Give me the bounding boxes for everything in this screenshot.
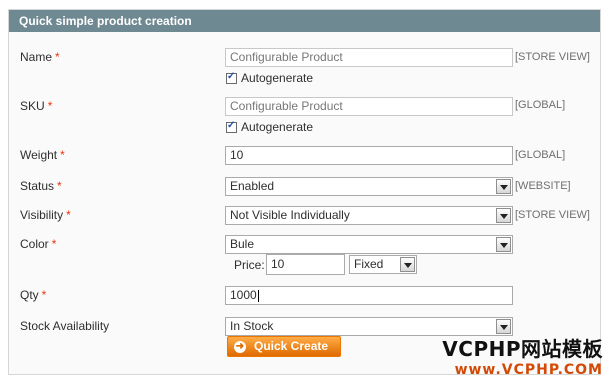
autogenerate-label: Autogenerate: [241, 120, 314, 134]
weight-input[interactable]: 10: [225, 146, 513, 165]
status-select[interactable]: Enabled: [225, 177, 513, 196]
status-value: Enabled: [230, 179, 275, 193]
qty-input[interactable]: 1000: [225, 286, 513, 305]
sku-label-text: SKU: [20, 99, 45, 113]
status-label-text: Status: [20, 179, 55, 193]
visibility-select[interactable]: Not Visible Individually: [225, 206, 513, 225]
visibility-value: Not Visible Individually: [230, 208, 350, 222]
chevron-down-icon[interactable]: [496, 319, 511, 334]
weight-label: Weight *: [20, 148, 65, 162]
sku-scope: [GLOBAL]: [515, 99, 566, 111]
required-marker: *: [47, 99, 53, 113]
qty-value: 1000: [230, 288, 257, 302]
weight-label-text: Weight: [20, 148, 58, 162]
visibility-scope: [STORE VIEW]: [515, 209, 590, 221]
required-marker: *: [51, 237, 57, 251]
stock-value: In Stock: [230, 319, 274, 333]
stock-label: Stock Availability: [20, 319, 110, 333]
color-label-text: Color: [20, 237, 49, 251]
sku-label: SKU *: [20, 99, 52, 113]
price-label: Price:: [234, 258, 265, 272]
weight-scope: [GLOBAL]: [515, 149, 566, 161]
checkbox-icon[interactable]: [226, 120, 237, 133]
color-value: Bule: [230, 237, 255, 251]
qty-label-text: Qty: [20, 288, 39, 302]
quick-create-button[interactable]: ➜ Quick Create: [227, 336, 341, 357]
color-label: Color *: [20, 237, 56, 251]
watermark: VCPHP网站模板 www.VCPHP.COM: [442, 333, 603, 378]
price-input[interactable]: 10: [266, 254, 345, 275]
sku-autogenerate[interactable]: Autogenerate: [226, 120, 313, 134]
name-label: Name *: [20, 50, 60, 64]
panel-title: Quick simple product creation: [9, 10, 600, 32]
price-type-select[interactable]: Fixed: [349, 255, 417, 274]
checkbox-icon[interactable]: [226, 71, 237, 84]
visibility-label-text: Visibility: [20, 208, 64, 222]
name-input[interactable]: Configurable Product: [225, 48, 513, 67]
chevron-down-icon[interactable]: [496, 179, 511, 194]
required-marker: *: [60, 148, 65, 162]
visibility-label: Visibility *: [20, 208, 71, 222]
status-label: Status *: [20, 179, 62, 193]
name-autogenerate[interactable]: Autogenerate: [226, 71, 313, 85]
autogenerate-label: Autogenerate: [241, 71, 314, 85]
color-select[interactable]: Bule: [225, 235, 513, 254]
required-marker: *: [41, 288, 47, 302]
price-type-value: Fixed: [354, 257, 384, 271]
quick-create-label: Quick Create: [254, 339, 329, 353]
name-scope: [STORE VIEW]: [515, 51, 590, 63]
chevron-down-icon[interactable]: [496, 237, 511, 252]
sku-input[interactable]: Configurable Product: [225, 97, 513, 116]
required-marker: *: [55, 50, 60, 64]
watermark-brand: VCPHP网站模板: [442, 337, 603, 361]
name-label-text: Name: [20, 50, 53, 64]
qty-label: Qty *: [20, 288, 46, 302]
required-marker: *: [57, 179, 62, 193]
required-marker: *: [66, 208, 71, 222]
status-scope: [WEBSITE]: [515, 180, 571, 192]
arrow-right-icon: ➜: [234, 340, 246, 353]
text-cursor: [257, 289, 259, 302]
chevron-down-icon[interactable]: [496, 208, 511, 223]
chevron-down-icon[interactable]: [400, 257, 415, 272]
watermark-url: www.VCPHP.COM: [454, 362, 603, 378]
